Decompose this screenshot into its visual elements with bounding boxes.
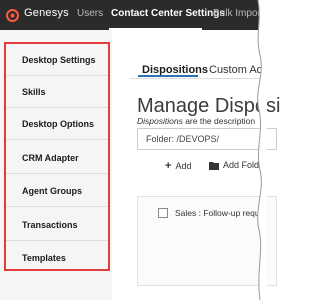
- tab-divider: [130, 78, 267, 79]
- description-term: Dispositions: [137, 116, 183, 126]
- add-button-label: Add: [175, 161, 192, 171]
- list-item-label: Sales : Follow-up requ: [175, 208, 260, 218]
- folder-plus-icon: [209, 161, 219, 170]
- top-navigation-bar: Genesys Users Contact Center Settings Bu…: [0, 0, 267, 30]
- genesys-logo-icon: [6, 9, 19, 22]
- nav-users[interactable]: Users: [77, 8, 103, 19]
- list-item-checkbox[interactable]: [158, 208, 168, 218]
- torn-edge: [257, 0, 267, 300]
- list-item[interactable]: Sales : Follow-up requ: [158, 208, 260, 218]
- highlight-outline: [4, 42, 110, 271]
- description-text: are the description: [182, 116, 256, 126]
- add-button[interactable]: + Add: [165, 160, 191, 172]
- brand-name: Genesys: [24, 7, 69, 19]
- nav-contact-center-settings[interactable]: Contact Center Settings: [111, 8, 225, 19]
- page-description: Dispositions are the description: [137, 116, 255, 126]
- plus-icon: +: [165, 160, 172, 172]
- active-tab-indicator: [138, 75, 198, 77]
